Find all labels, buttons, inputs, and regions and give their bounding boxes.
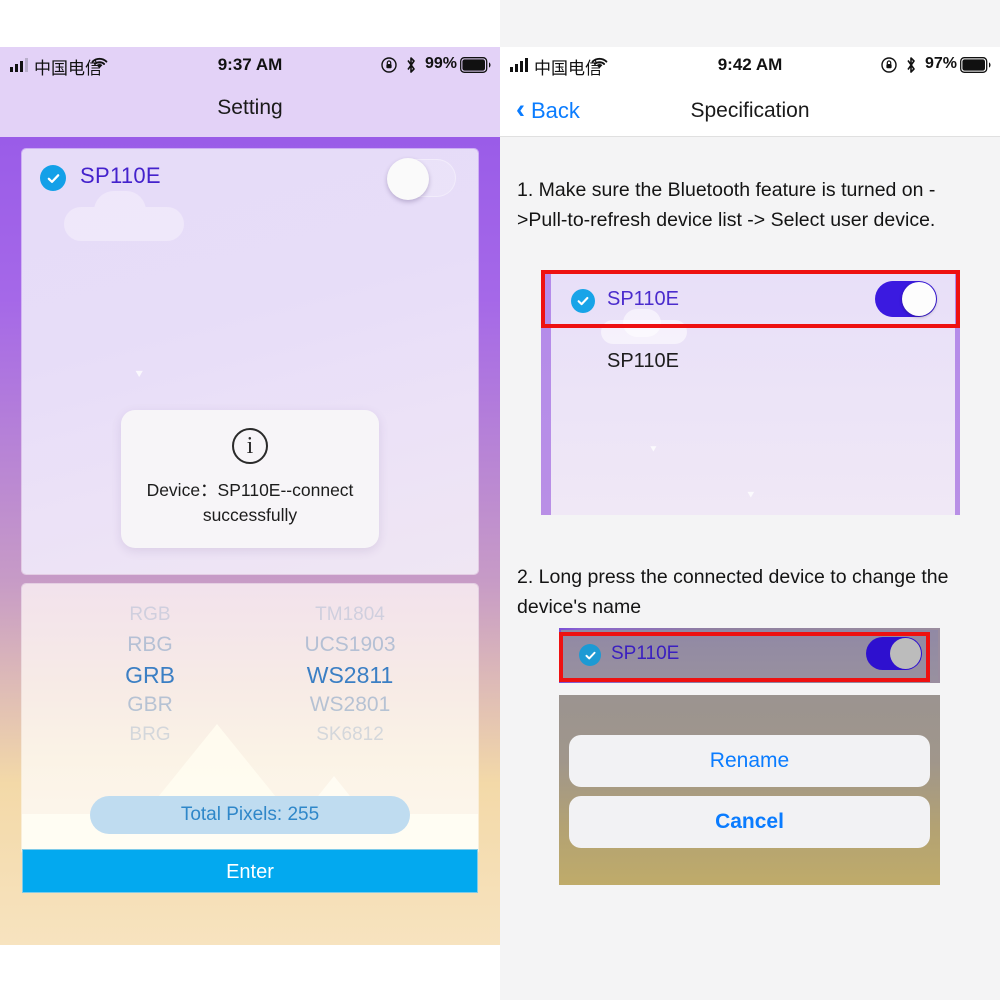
picker-option[interactable]: RBG <box>80 630 220 660</box>
screenshot-1-content: SP110E SP110E ⯆ ⯆ <box>551 272 955 515</box>
picker-option[interactable]: UCS1903 <box>280 630 420 660</box>
rotation-lock-icon <box>881 57 897 78</box>
device-power-toggle[interactable] <box>387 158 456 200</box>
battery-icon <box>460 57 492 78</box>
left-phone-screen: 中国电信 9:37 AM 99% Setting SP110E ⯆ i Devi… <box>0 0 500 1000</box>
check-circle-icon <box>571 289 595 313</box>
screenshot-2-device-row: SP110E <box>561 630 938 680</box>
device-card: SP110E ⯆ i Device：SP110E--connect succes… <box>22 149 478 574</box>
cancel-button: Cancel <box>569 796 930 848</box>
picker-option[interactable]: WS2801 <box>280 690 420 720</box>
enter-button[interactable]: Enter <box>22 849 478 893</box>
battery-percent-label: 97% <box>924 55 957 72</box>
instruction-step-2: 2. Long press the connected device to ch… <box>517 566 949 618</box>
screenshot-2-device-name: SP110E <box>611 643 680 664</box>
page-title: Setting <box>217 96 283 119</box>
picker-option[interactable]: GBR <box>80 690 220 720</box>
rename-button: Rename <box>569 735 930 787</box>
instruction-screenshot-2: SP110E Rename Cancel <box>559 628 940 910</box>
picker-option[interactable]: RGB <box>80 600 220 630</box>
left-status-bar: 中国电信 9:37 AM 99% <box>0 47 500 85</box>
toast-line-2: successfully <box>202 505 298 525</box>
toast-line-1: Device：SP110E--connect <box>146 480 354 500</box>
rotation-lock-icon <box>381 57 397 78</box>
device-name-label: SP110E <box>80 163 161 188</box>
toggle-knob <box>890 638 921 669</box>
device-row[interactable]: SP110E <box>22 149 478 209</box>
picker-option[interactable]: SK6812 <box>280 720 420 750</box>
check-circle-icon <box>579 644 601 666</box>
toggle-knob <box>387 158 429 200</box>
instruction-screenshot-1: SP110E SP110E ⯆ ⯆ <box>541 270 960 515</box>
instruction-step-1: 1. Make sure the Bluetooth feature is tu… <box>517 179 936 231</box>
config-pickers[interactable]: RGB RBG GRB GBR BRG TM1804 UCS1903 WS281… <box>22 584 478 750</box>
bird-decoration: ⯆ <box>746 488 756 502</box>
picker-option[interactable]: BRG <box>80 720 220 750</box>
right-phone-screen: 中国电信 9:42 AM 97% ‹ Back Specification 1.… <box>500 0 1000 1000</box>
check-circle-icon <box>40 165 66 191</box>
connect-toast: i Device：SP110E--connect successfully <box>121 410 379 548</box>
bluetooth-icon <box>905 55 917 80</box>
picker-option-selected[interactable]: GRB <box>80 660 220 690</box>
chip-type-picker[interactable]: TM1804 UCS1903 WS2811 WS2801 SK6812 <box>280 600 420 750</box>
bird-decoration: ⯆ <box>649 444 658 456</box>
screenshot-1-device-name: SP110E <box>607 288 679 310</box>
screenshot-2-toggle <box>866 637 922 670</box>
picker-option[interactable]: TM1804 <box>280 600 420 630</box>
total-pixels-field[interactable]: Total Pixels: 255 <box>90 796 410 834</box>
screenshot-2-header: SP110E <box>559 628 940 683</box>
battery-percent-label: 99% <box>424 55 457 72</box>
bluetooth-icon <box>405 55 417 80</box>
bird-decoration: ⯆ <box>134 367 145 382</box>
info-circle-icon: i <box>232 428 268 464</box>
page-title: Specification <box>690 99 810 122</box>
right-status-bar: 中国电信 9:42 AM 97% <box>500 47 1000 85</box>
battery-icon <box>960 57 992 78</box>
right-nav-bar: ‹ Back Specification <box>500 85 1000 137</box>
screenshot-1-toggle <box>875 281 937 317</box>
screenshot-2-action-sheet: Rename Cancel <box>559 695 940 885</box>
led-config-card: RGB RBG GRB GBR BRG TM1804 UCS1903 WS281… <box>22 584 478 854</box>
screenshot-comparison: 中国电信 9:37 AM 99% Setting SP110E ⯆ i Devi… <box>0 0 1000 1000</box>
picker-option-selected[interactable]: WS2811 <box>280 660 420 690</box>
cloud-decoration <box>64 191 184 241</box>
screenshot-1-device-name-2: SP110E <box>607 350 679 372</box>
left-nav-bar: Setting <box>0 85 500 137</box>
toggle-knob <box>902 282 936 316</box>
color-order-picker[interactable]: RGB RBG GRB GBR BRG <box>80 600 220 750</box>
left-app-frame: SP110E ⯆ i Device：SP110E--connect succes… <box>0 137 500 945</box>
cloud-decoration <box>601 309 687 344</box>
